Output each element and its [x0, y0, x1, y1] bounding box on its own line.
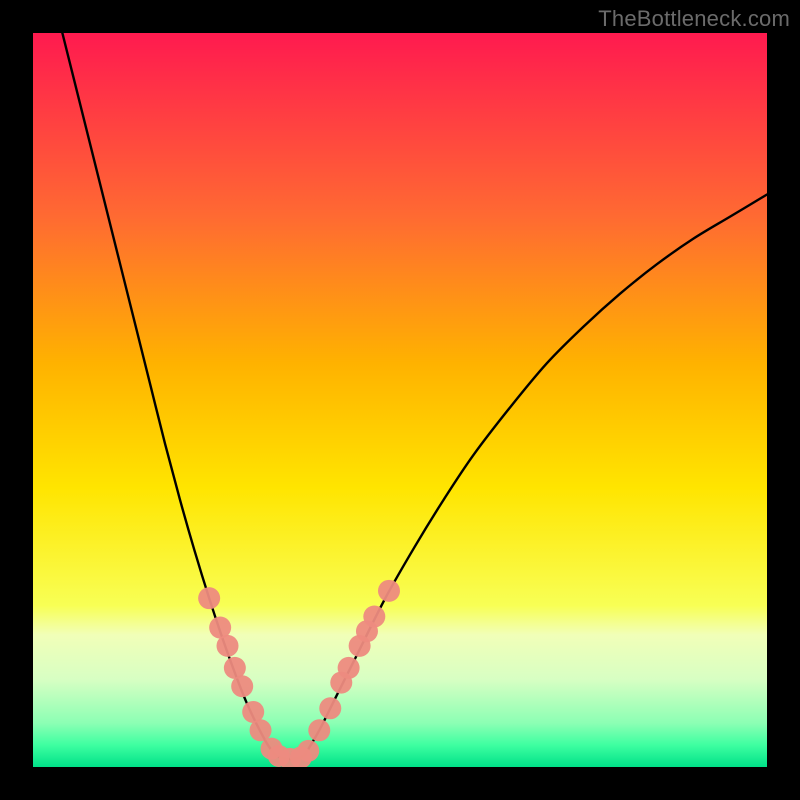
chart-curves — [33, 33, 767, 767]
chart-container: TheBottleneck.com — [0, 0, 800, 800]
highlight-point — [363, 606, 385, 628]
highlight-point — [250, 719, 272, 741]
highlight-point — [319, 697, 341, 719]
plot-area — [33, 33, 767, 767]
highlight-point — [297, 740, 319, 762]
highlight-point — [231, 675, 253, 697]
curve-right-curve — [305, 194, 767, 755]
curve-left-curve — [62, 33, 275, 755]
highlight-point — [378, 580, 400, 602]
highlight-point — [198, 587, 220, 609]
highlight-point — [217, 635, 239, 657]
highlight-point — [338, 657, 360, 679]
watermark-text: TheBottleneck.com — [598, 6, 790, 32]
highlight-point — [308, 719, 330, 741]
